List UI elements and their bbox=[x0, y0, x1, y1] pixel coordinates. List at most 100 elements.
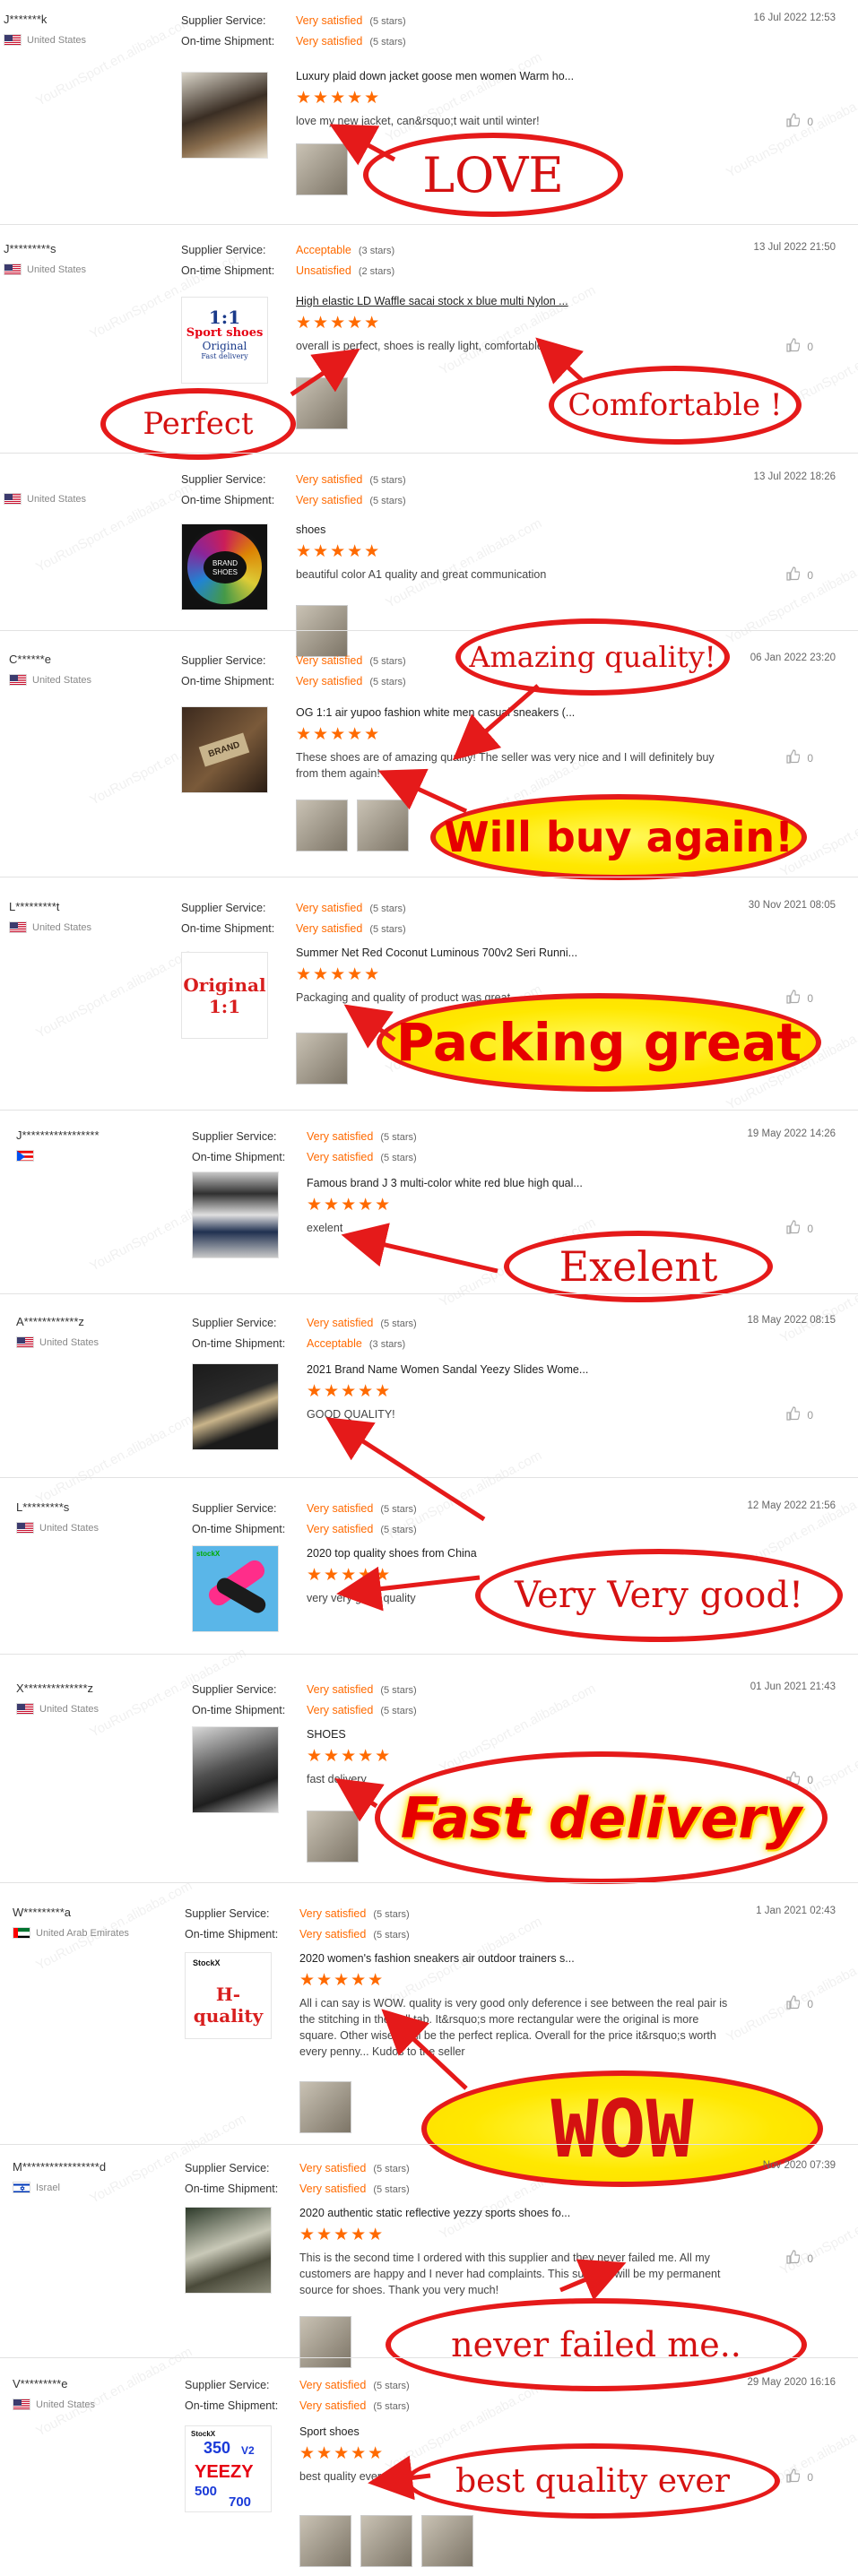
buyer-country: United States bbox=[16, 1703, 99, 1715]
product-title-link[interactable]: 2020 women's fashion sneakers air outdoo… bbox=[299, 1952, 575, 1965]
on-time-shipment-label: On-time Shipment: bbox=[192, 1523, 286, 1535]
product-thumbnail[interactable]: 1:1 Sport shoes Original Fast delivery bbox=[181, 297, 268, 384]
review-photo[interactable] bbox=[421, 2515, 473, 2567]
country-flag-icon bbox=[9, 674, 27, 686]
thumbs-up-icon[interactable] bbox=[785, 338, 801, 355]
buyer-country: United Arab Emirates bbox=[13, 1927, 129, 1939]
on-time-shipment-value: Very satisfied bbox=[299, 2183, 367, 2195]
thumb-text: 350 bbox=[204, 2439, 231, 2457]
supplier-service-value: Very satisfied bbox=[299, 1907, 367, 1920]
supplier-service-rating: Supplier Service: Very satisfied (5 stars) bbox=[192, 1683, 417, 1696]
annotation-callout: Fast delivery bbox=[375, 1751, 828, 1884]
thumbs-up-icon[interactable] bbox=[785, 2250, 801, 2267]
buyer-country: United States bbox=[13, 2399, 95, 2410]
thumbs-up-icon[interactable] bbox=[785, 749, 801, 766]
product-title-link[interactable]: OG 1:1 air yupoo fashion white men casua… bbox=[296, 706, 575, 719]
like-button[interactable]: 0 bbox=[785, 1220, 813, 1237]
on-time-shipment-value: Very satisfied bbox=[296, 494, 363, 506]
thumb-text: 1:1 bbox=[208, 307, 241, 328]
thumbs-up-icon[interactable] bbox=[785, 2468, 801, 2485]
product-thumbnail[interactable]: BRAND bbox=[181, 706, 268, 793]
product-thumbnail[interactable] bbox=[192, 1363, 279, 1450]
country-name: United States bbox=[39, 1703, 100, 1715]
on-time-shipment-label: On-time Shipment: bbox=[192, 1704, 286, 1716]
review-star-rating: ★★★★★ bbox=[299, 2444, 386, 2463]
buyer-country: United States bbox=[4, 493, 86, 505]
review-photo[interactable] bbox=[299, 2316, 351, 2368]
review-photo[interactable] bbox=[296, 143, 348, 195]
review-photo[interactable] bbox=[357, 800, 409, 851]
product-title-link[interactable]: High elastic LD Waffle sacai stock x blu… bbox=[296, 295, 568, 307]
on-time-shipment-rating: On-time Shipment: Very satisfied (5 stars) bbox=[185, 2183, 410, 2195]
product-title-link[interactable]: 2020 authentic static reflective yezzy s… bbox=[299, 2207, 570, 2219]
product-thumbnail[interactable] bbox=[192, 1171, 279, 1258]
on-time-shipment-stars: (5 stars) bbox=[373, 2401, 410, 2412]
supplier-service-stars: (5 stars) bbox=[380, 1685, 417, 1696]
country-flag-icon bbox=[16, 1336, 34, 1348]
product-thumbnail[interactable] bbox=[181, 72, 268, 159]
annotation-callout: Comfortable ! bbox=[549, 366, 802, 445]
supplier-service-rating: Supplier Service: Very satisfied (5 stars) bbox=[185, 2379, 410, 2391]
product-title-link[interactable]: Luxury plaid down jacket goose men women… bbox=[296, 70, 574, 82]
like-button[interactable]: 0 bbox=[785, 113, 813, 130]
like-button[interactable]: 0 bbox=[785, 2468, 813, 2485]
review-photo[interactable] bbox=[296, 377, 348, 429]
country-flag-icon bbox=[4, 264, 22, 275]
thumb-text: BRAND bbox=[199, 732, 250, 767]
review-photo[interactable] bbox=[296, 1033, 348, 1085]
review-date: 29 May 2020 16:16 bbox=[747, 2377, 836, 2388]
thumbs-up-icon[interactable] bbox=[785, 1220, 801, 1237]
review-photo[interactable] bbox=[360, 2515, 412, 2567]
product-title-link[interactable]: Summer Net Red Coconut Luminous 700v2 Se… bbox=[296, 947, 577, 959]
on-time-shipment-label: On-time Shipment: bbox=[181, 264, 275, 277]
review-photo[interactable] bbox=[299, 2081, 351, 2133]
like-button[interactable]: 0 bbox=[785, 1406, 813, 1423]
like-button[interactable]: 0 bbox=[785, 2250, 813, 2267]
thumbs-up-icon[interactable] bbox=[785, 113, 801, 130]
product-title-link[interactable]: 2021 Brand Name Women Sandal Yeezy Slide… bbox=[307, 1363, 588, 1376]
thumbs-up-icon[interactable] bbox=[785, 566, 801, 583]
product-title-link[interactable]: SHOES bbox=[307, 1728, 346, 1741]
product-thumbnail[interactable]: StockX H-quality bbox=[185, 1952, 272, 2039]
supplier-service-value: Very satisfied bbox=[299, 2379, 367, 2391]
buyer-name: X**************z bbox=[16, 1681, 93, 1695]
buyer-country: United States bbox=[9, 674, 91, 686]
review-photo[interactable] bbox=[296, 800, 348, 851]
supplier-service-rating: Supplier Service: Very satisfied (5 stars) bbox=[181, 902, 406, 914]
thumbs-up-icon[interactable] bbox=[785, 990, 801, 1007]
product-thumbnail[interactable]: Original 1:1 bbox=[181, 952, 268, 1039]
product-title-link[interactable]: 2020 top quality shoes from China bbox=[307, 1547, 477, 1560]
supplier-service-label: Supplier Service: bbox=[181, 14, 266, 27]
on-time-shipment-value: Very satisfied bbox=[299, 1928, 367, 1941]
on-time-shipment-stars: (2 stars) bbox=[358, 266, 395, 277]
like-button[interactable]: 0 bbox=[785, 566, 813, 583]
product-thumbnail[interactable]: StockX 350 V2 YEEZY 500 700 bbox=[185, 2425, 272, 2512]
review-photo[interactable] bbox=[299, 2515, 351, 2567]
product-thumbnail[interactable] bbox=[185, 2207, 272, 2294]
product-thumbnail[interactable]: stockX bbox=[192, 1545, 279, 1632]
product-thumbnail[interactable]: BRAND SHOES bbox=[181, 523, 268, 610]
like-button[interactable]: 0 bbox=[785, 338, 813, 355]
product-title-link[interactable]: Sport shoes bbox=[299, 2425, 360, 2438]
like-button[interactable]: 0 bbox=[785, 1995, 813, 2012]
thumb-text: Sport shoes bbox=[186, 326, 264, 340]
like-button[interactable]: 0 bbox=[785, 749, 813, 766]
on-time-shipment-stars: (5 stars) bbox=[380, 1153, 417, 1163]
buyer-name: J*********s bbox=[4, 242, 56, 255]
product-title-link[interactable]: Famous brand J 3 multi-color white red b… bbox=[307, 1177, 583, 1189]
thumbs-up-icon[interactable] bbox=[785, 1995, 801, 2012]
review-photo[interactable] bbox=[307, 1811, 359, 1863]
on-time-shipment-label: On-time Shipment: bbox=[181, 494, 275, 506]
review-comment: All i can say is WOW. quality is very go… bbox=[299, 1997, 728, 2058]
country-flag-icon bbox=[4, 493, 22, 505]
product-title-link[interactable]: shoes bbox=[296, 523, 325, 536]
like-count: 0 bbox=[807, 115, 813, 128]
review-item: L*********t United States Supplier Service… bbox=[0, 887, 858, 1138]
buyer-country: Israel bbox=[13, 2182, 60, 2193]
review-date: 30 Nov 2021 08:05 bbox=[748, 900, 836, 911]
thumbs-up-icon[interactable] bbox=[785, 1406, 801, 1423]
product-thumbnail[interactable] bbox=[192, 1726, 279, 1813]
review-star-rating: ★★★★★ bbox=[296, 89, 382, 108]
like-button[interactable]: 0 bbox=[785, 990, 813, 1007]
annotation-callout: Exelent bbox=[504, 1231, 773, 1302]
